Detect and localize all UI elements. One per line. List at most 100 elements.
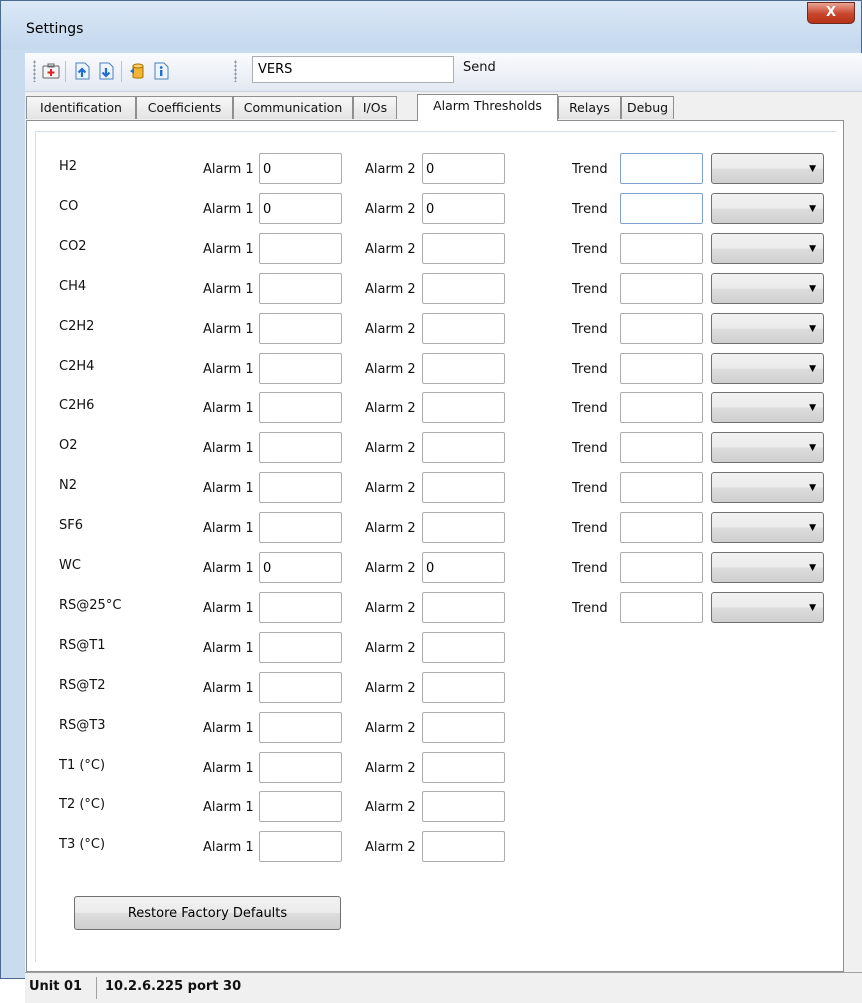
alarm1-input[interactable] (259, 352, 342, 384)
download-icon[interactable] (97, 61, 115, 81)
trend-dropdown[interactable]: ▼ (711, 272, 824, 304)
alarm1-input[interactable] (259, 711, 342, 743)
trend-input[interactable] (620, 352, 703, 384)
alarm2-input[interactable] (422, 352, 505, 384)
alarm1-input[interactable] (259, 192, 342, 224)
alarm2-input[interactable] (422, 631, 505, 663)
trend-input[interactable] (620, 272, 703, 304)
alarm2-label: Alarm 2 (365, 401, 416, 417)
alarm2-label: Alarm 2 (365, 281, 416, 297)
trend-dropdown[interactable]: ▼ (711, 552, 824, 583)
tab-coefficients[interactable]: Coefficients (136, 96, 233, 119)
toolbar-grip[interactable] (234, 60, 237, 82)
alarm2-input[interactable] (422, 751, 505, 783)
send-button[interactable]: Send (463, 60, 496, 75)
status-divider (96, 977, 97, 999)
tab-alarm-thresholds[interactable]: Alarm Thresholds (417, 94, 558, 121)
trend-dropdown[interactable]: ▼ (711, 472, 824, 504)
alarm1-input[interactable] (259, 312, 342, 344)
close-button[interactable]: X (807, 2, 855, 24)
alarm2-label: Alarm 2 (365, 201, 416, 217)
tab-relays[interactable]: Relays (558, 96, 621, 119)
alarm1-input[interactable] (259, 591, 342, 623)
alarm2-label: Alarm 2 (365, 441, 416, 457)
alarm1-label: Alarm 1 (203, 720, 254, 736)
trend-dropdown[interactable]: ▼ (711, 512, 824, 544)
alarm2-input[interactable] (422, 272, 505, 304)
trend-dropdown[interactable]: ▼ (711, 312, 824, 344)
tab-identification[interactable]: Identification (26, 96, 136, 119)
alarm2-input[interactable] (422, 711, 505, 743)
command-input[interactable] (252, 56, 454, 83)
alarm2-label: Alarm 2 (365, 800, 416, 816)
alarm2-input[interactable] (422, 591, 505, 623)
alarm2-input[interactable] (422, 192, 505, 224)
alarm1-input[interactable] (259, 791, 342, 823)
first-aid-icon[interactable] (42, 61, 60, 81)
alarm2-label: Alarm 2 (365, 760, 416, 776)
trend-input[interactable] (620, 392, 703, 424)
alarm1-input[interactable] (259, 232, 342, 264)
alarm1-input[interactable] (259, 751, 342, 783)
trend-dropdown[interactable]: ▼ (711, 153, 824, 184)
gas-name-label: C2H6 (59, 398, 95, 414)
trend-label: Trend (572, 281, 608, 297)
alarm2-input[interactable] (422, 312, 505, 344)
trend-input[interactable] (620, 512, 703, 544)
alarm2-input[interactable] (422, 232, 505, 264)
tab-debug[interactable]: Debug (621, 96, 674, 119)
tab-communication[interactable]: Communication (233, 96, 353, 119)
trend-input[interactable] (620, 552, 703, 583)
toolbar-grip[interactable] (33, 60, 36, 82)
trend-dropdown[interactable]: ▼ (711, 352, 824, 384)
alarm1-label: Alarm 1 (203, 241, 254, 257)
trend-dropdown[interactable]: ▼ (711, 392, 824, 424)
alarm1-input[interactable] (259, 272, 342, 304)
alarm2-input[interactable] (422, 671, 505, 703)
trend-input[interactable] (620, 472, 703, 504)
trend-input[interactable] (620, 312, 703, 344)
alarm1-input[interactable] (259, 432, 342, 464)
upload-icon[interactable] (73, 61, 91, 81)
gas-name-label: C2H4 (59, 358, 95, 374)
gas-name-label: N2 (59, 478, 77, 494)
trend-input[interactable] (620, 432, 703, 464)
alarm2-label: Alarm 2 (365, 720, 416, 736)
alarm2-label: Alarm 2 (365, 561, 416, 576)
window-title: Settings (26, 21, 84, 37)
restore-factory-defaults-button[interactable]: Restore Factory Defaults (74, 896, 341, 930)
trend-input[interactable] (620, 591, 703, 623)
chevron-down-icon: ▼ (809, 323, 816, 334)
alarm1-input[interactable] (259, 671, 342, 703)
alarm2-label: Alarm 2 (365, 481, 416, 497)
alarm2-input[interactable] (422, 831, 505, 863)
alarm1-input[interactable] (259, 831, 342, 863)
alarm2-input[interactable] (422, 791, 505, 823)
alarm1-input[interactable] (259, 472, 342, 504)
tab-ios[interactable]: I/Os (353, 96, 397, 119)
trend-dropdown[interactable]: ▼ (711, 232, 824, 264)
trend-label: Trend (572, 241, 608, 257)
trend-label: Trend (572, 561, 608, 576)
alarm1-input[interactable] (259, 631, 342, 663)
trend-input[interactable] (620, 232, 703, 264)
alarm2-input[interactable] (422, 153, 505, 184)
trend-dropdown[interactable]: ▼ (711, 432, 824, 464)
alarm2-input[interactable] (422, 392, 505, 424)
alarm2-input[interactable] (422, 552, 505, 583)
trend-input[interactable] (620, 153, 703, 184)
trend-input[interactable] (620, 192, 703, 224)
alarm1-input[interactable] (259, 552, 342, 583)
alarm2-input[interactable] (422, 432, 505, 464)
alarm1-input[interactable] (259, 392, 342, 424)
info-icon[interactable] (152, 61, 170, 81)
alarm1-input[interactable] (259, 512, 342, 544)
alarm1-input[interactable] (259, 153, 342, 184)
alarm1-label: Alarm 1 (203, 600, 254, 616)
trend-dropdown[interactable]: ▼ (711, 591, 824, 623)
alarm2-input[interactable] (422, 512, 505, 544)
trend-dropdown[interactable]: ▼ (711, 192, 824, 224)
database-icon[interactable] (129, 61, 147, 81)
alarm2-input[interactable] (422, 472, 505, 504)
gas-name-label: CO2 (59, 238, 87, 254)
